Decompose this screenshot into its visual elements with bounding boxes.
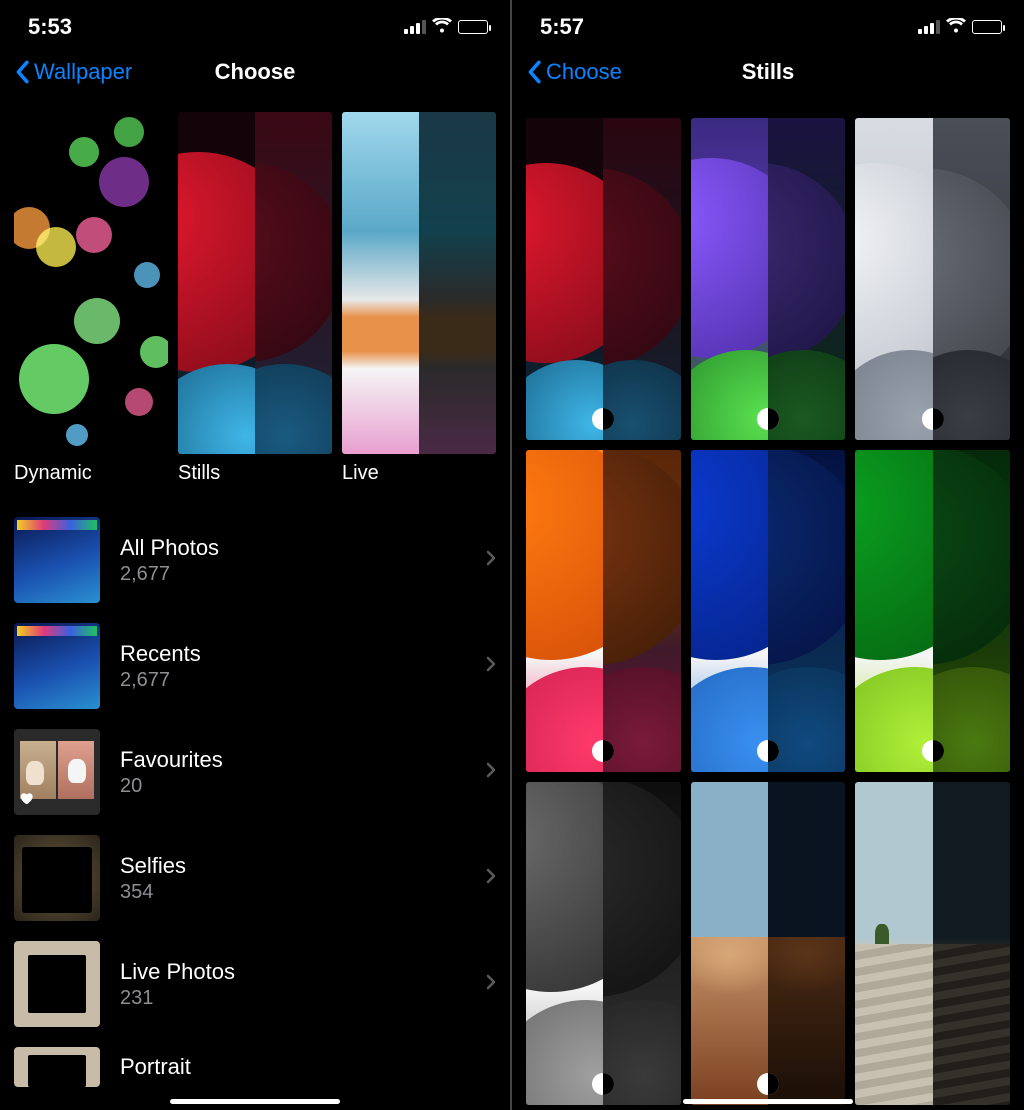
category-stills[interactable]: Stills — [178, 112, 332, 485]
back-label: Choose — [546, 59, 622, 85]
album-favourites[interactable]: Favourites 20 — [14, 719, 496, 825]
status-time: 5:53 — [28, 14, 72, 40]
album-thumb — [14, 623, 100, 709]
album-title: Live Photos — [120, 959, 466, 985]
album-count: 354 — [120, 881, 466, 904]
category-label: Dynamic — [14, 462, 168, 485]
still-wallpaper[interactable] — [526, 118, 681, 440]
album-list: All Photos 2,677 Recents 2,677 — [14, 507, 496, 1087]
still-wallpaper[interactable] — [526, 782, 681, 1104]
album-count: 20 — [120, 775, 466, 798]
phone-choose: 5:53 Wallpaper Choose — [0, 0, 512, 1110]
battery-icon — [458, 20, 488, 34]
darkmode-icon — [757, 740, 779, 762]
back-button[interactable]: Choose — [526, 59, 622, 85]
chevron-left-icon — [526, 60, 542, 84]
cellular-icon — [404, 20, 426, 34]
album-live-photos[interactable]: Live Photos 231 — [14, 931, 496, 1037]
navbar: Choose Stills — [512, 44, 1024, 100]
category-stills-thumb — [178, 112, 332, 454]
album-title: Selfies — [120, 853, 466, 879]
chevron-right-icon — [486, 656, 496, 677]
category-row: Dynamic Stills — [14, 112, 496, 485]
category-label: Stills — [178, 462, 332, 485]
still-wallpaper[interactable] — [855, 118, 1010, 440]
album-count: 231 — [120, 987, 466, 1010]
statusbar: 5:57 — [512, 0, 1024, 44]
back-label: Wallpaper — [34, 59, 132, 85]
album-count: 2,677 — [120, 563, 466, 586]
category-live-thumb — [342, 112, 496, 454]
status-icons — [404, 14, 488, 40]
album-selfies[interactable]: Selfies 354 — [14, 825, 496, 931]
chevron-right-icon — [486, 868, 496, 889]
wifi-icon — [432, 14, 452, 40]
darkmode-icon — [592, 740, 614, 762]
statusbar: 5:53 — [0, 0, 510, 44]
chevron-right-icon — [486, 974, 496, 995]
album-count: 2,677 — [120, 669, 466, 692]
album-thumb — [14, 517, 100, 603]
album-all-photos[interactable]: All Photos 2,677 — [14, 507, 496, 613]
still-wallpaper[interactable] — [855, 450, 1010, 772]
cellular-icon — [918, 20, 940, 34]
still-wallpaper[interactable] — [855, 782, 1010, 1104]
navbar: Wallpaper Choose — [0, 44, 510, 100]
album-title: Recents — [120, 641, 466, 667]
chevron-right-icon — [486, 550, 496, 571]
still-wallpaper[interactable] — [691, 782, 846, 1104]
stills-grid — [526, 118, 1010, 1110]
content: Dynamic Stills — [0, 100, 510, 1110]
album-title: Favourites — [120, 747, 466, 773]
album-title: Portrait — [120, 1054, 496, 1080]
chevron-right-icon — [486, 762, 496, 783]
chevron-left-icon — [14, 60, 30, 84]
category-label: Live — [342, 462, 496, 485]
home-indicator[interactable] — [683, 1099, 853, 1104]
category-live[interactable]: Live — [342, 112, 496, 485]
home-indicator[interactable] — [170, 1099, 340, 1104]
darkmode-icon — [922, 740, 944, 762]
album-thumb — [14, 1047, 100, 1087]
battery-icon — [972, 20, 1002, 34]
darkmode-icon — [922, 408, 944, 430]
wifi-icon — [946, 14, 966, 40]
stills-content — [512, 100, 1024, 1110]
category-dynamic[interactable]: Dynamic — [14, 112, 168, 485]
darkmode-icon — [592, 408, 614, 430]
darkmode-icon — [757, 408, 779, 430]
still-wallpaper[interactable] — [691, 118, 846, 440]
status-time: 5:57 — [540, 14, 584, 40]
album-recents[interactable]: Recents 2,677 — [14, 613, 496, 719]
status-icons — [918, 14, 1002, 40]
album-thumb — [14, 835, 100, 921]
heart-icon — [18, 790, 34, 811]
album-thumb — [14, 729, 100, 815]
still-wallpaper[interactable] — [526, 450, 681, 772]
back-button[interactable]: Wallpaper — [14, 59, 132, 85]
album-title: All Photos — [120, 535, 466, 561]
album-portrait[interactable]: Portrait — [14, 1037, 496, 1087]
phone-stills: 5:57 Choose Stills — [512, 0, 1024, 1110]
darkmode-icon — [592, 1073, 614, 1095]
still-wallpaper[interactable] — [691, 450, 846, 772]
album-thumb — [14, 941, 100, 1027]
darkmode-icon — [757, 1073, 779, 1095]
category-dynamic-thumb — [14, 112, 168, 454]
